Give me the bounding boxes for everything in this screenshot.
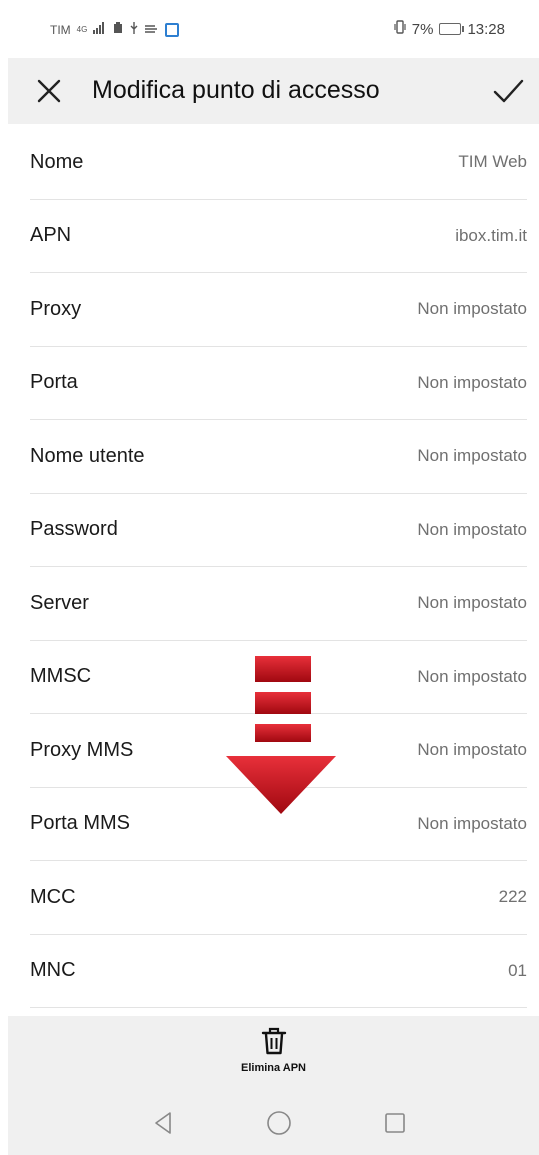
setting-value: Non impostato — [417, 813, 527, 833]
setting-value: Non impostato — [417, 372, 527, 392]
vibrate-icon — [394, 20, 406, 38]
setting-label: Nome utente — [30, 444, 145, 467]
recents-square-icon — [385, 1113, 405, 1133]
setting-label: Password — [30, 518, 118, 541]
setting-label: Proxy MMS — [30, 738, 134, 761]
back-button[interactable] — [148, 1108, 178, 1138]
checkmark-icon — [493, 79, 524, 103]
setting-row-porta[interactable]: Porta Non impostato — [30, 347, 527, 420]
setting-row-mnc[interactable]: MNC 01 — [30, 935, 527, 1008]
setting-row-password[interactable]: Password Non impostato — [30, 494, 527, 567]
setting-label: MCC — [30, 885, 76, 908]
status-right: 7% 13:28 — [394, 20, 505, 38]
app-toolbar: Modifica punto di accesso — [8, 58, 539, 124]
app-notification-icon — [165, 22, 180, 37]
setting-label: MNC — [30, 959, 76, 982]
back-triangle-icon — [155, 1112, 171, 1134]
usb-icon — [129, 22, 139, 37]
notification-icon — [113, 22, 123, 37]
setting-row-proxy[interactable]: Proxy Non impostato — [30, 273, 527, 347]
setting-label: Porta MMS — [30, 812, 131, 835]
home-button[interactable] — [264, 1108, 294, 1138]
carrier-label: TIM — [50, 22, 71, 37]
setting-value: Non impostato — [417, 299, 527, 319]
battery-percent: 7% — [411, 20, 434, 38]
setting-label: Porta — [30, 371, 78, 394]
trash-icon — [261, 1027, 286, 1055]
setting-row-server[interactable]: Server Non impostato — [30, 567, 527, 641]
navigation-bar — [8, 1108, 539, 1148]
signal-icon — [93, 22, 107, 37]
setting-value: Non impostato — [417, 519, 527, 539]
delete-apn-label: Elimina APN — [241, 1062, 306, 1074]
setting-value: Non impostato — [417, 740, 527, 760]
setting-value: TIM Web — [458, 152, 527, 172]
setting-row-apn[interactable]: APN ibox.tim.it — [30, 200, 527, 273]
setting-label: Proxy — [30, 297, 82, 320]
status-bar: TIM 4G 7% 13:28 — [0, 0, 539, 58]
setting-row-mcc[interactable]: MCC 222 — [30, 861, 527, 935]
bottom-bar: Elimina APN — [8, 1016, 539, 1155]
network-label: 4G — [76, 25, 88, 34]
setting-label: Nome — [30, 150, 84, 173]
cast-icon — [145, 23, 159, 37]
setting-value: Non impostato — [417, 593, 527, 613]
setting-value: 01 — [508, 960, 527, 980]
save-button[interactable] — [489, 72, 527, 110]
close-icon — [37, 79, 61, 103]
recents-button[interactable] — [380, 1108, 410, 1138]
apn-settings-list: Nome TIM Web APN ibox.tim.it Proxy Non i… — [30, 126, 527, 1008]
setting-row-nome[interactable]: Nome TIM Web — [30, 126, 527, 200]
clock: 13:28 — [467, 20, 505, 38]
setting-label: APN — [30, 224, 72, 247]
delete-apn-button[interactable]: Elimina APN — [8, 1026, 539, 1074]
status-left: TIM 4G — [50, 22, 180, 37]
setting-label: Server — [30, 591, 89, 614]
setting-row-nome-utente[interactable]: Nome utente Non impostato — [30, 420, 527, 494]
page-title: Modifica punto di accesso — [92, 76, 380, 104]
setting-value: Non impostato — [417, 446, 527, 466]
scroll-down-arrow-icon — [222, 652, 340, 820]
battery-icon — [439, 23, 465, 35]
close-button[interactable] — [32, 74, 66, 108]
setting-label: MMSC — [30, 665, 92, 688]
setting-value: 222 — [498, 887, 527, 907]
setting-value: ibox.tim.it — [455, 225, 527, 245]
setting-value: Non impostato — [417, 666, 527, 686]
home-circle-icon — [267, 1111, 291, 1135]
